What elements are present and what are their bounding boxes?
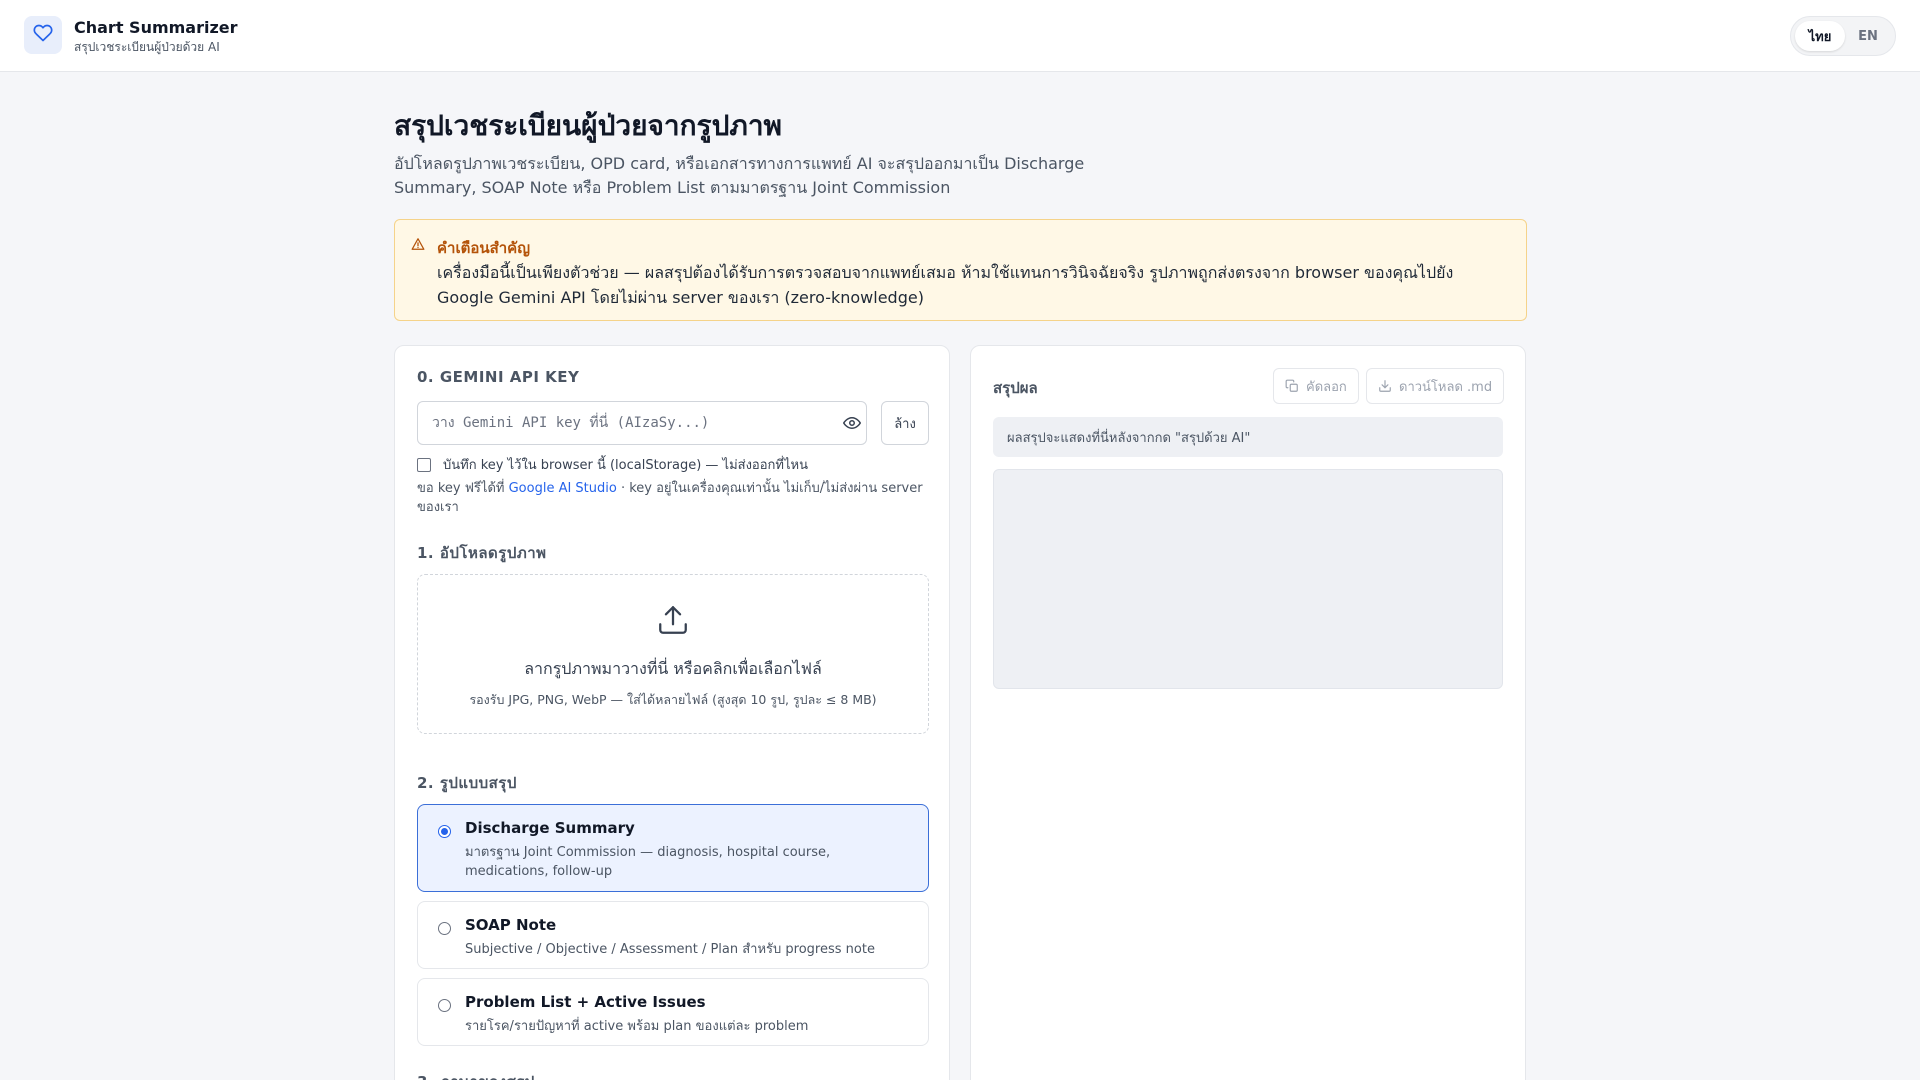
format-option-title: Discharge Summary [465, 819, 635, 837]
language-toggle: ไทย EN [1790, 16, 1896, 56]
api-key-input[interactable] [417, 401, 867, 445]
eye-icon[interactable] [843, 414, 861, 436]
page-title: สรุปเวชระเบียนผู้ป่วยจากรูปภาพ [394, 109, 783, 142]
api-key-section-label: 0. GEMINI API KEY [417, 368, 580, 386]
upload-icon [656, 603, 690, 641]
warning-banner: คำเตือนสำคัญ เครื่องมือนี้เป็นเพียงตัวช่… [394, 219, 1527, 321]
download-icon [1379, 380, 1391, 392]
summary-title: สรุปผล [993, 379, 1038, 397]
google-ai-studio-link[interactable]: Google AI Studio [509, 481, 617, 496]
heart-icon [33, 23, 53, 47]
warning-title: คำเตือนสำคัญ [437, 239, 530, 257]
app-logo [24, 16, 62, 54]
format-option-desc: มาตรฐาน Joint Commission — diagnosis, ho… [465, 845, 831, 879]
dropzone-hint: รองรับ JPG, PNG, WebP — ใส่ได้หลายไฟล์ (… [469, 692, 877, 707]
key-hint-prefix: ขอ key ฟรีได้ที่ [417, 481, 509, 496]
save-key-label: บันทึก key ไว้ใน browser นี้ (localStora… [443, 458, 808, 473]
app-title: Chart Summarizer [74, 18, 238, 37]
summary-output [993, 469, 1503, 689]
input-panel: 0. GEMINI API KEY ล้าง บันทึก key ไว้ใน … [394, 345, 950, 1080]
format-option-soap[interactable]: SOAP Note Subjective / Objective / Asses… [417, 901, 929, 969]
app-subtitle: สรุปเวชระเบียนผู้ป่วยด้วย AI [74, 40, 220, 54]
format-section-label: 2. รูปแบบสรุป [417, 774, 517, 792]
download-label: ดาวน์โหลด .md [1399, 379, 1493, 395]
download-button[interactable]: ดาวน์โหลด .md [1366, 368, 1505, 404]
key-hint: ขอ key ฟรีได้ที่ Google AI Studio · key … [417, 479, 927, 517]
format-radio-problem-list[interactable] [438, 999, 451, 1012]
language-section-label: 3. ภาษาของสรุป [417, 1070, 535, 1080]
page-description: อัปโหลดรูปภาพเวชระเบียน, OPD card, หรือเ… [394, 154, 1085, 197]
format-option-title: Problem List + Active Issues [465, 993, 706, 1011]
format-option-title: SOAP Note [465, 916, 557, 934]
format-radio-soap[interactable] [438, 922, 451, 935]
summary-panel: สรุปผล คัดลอก ดาวน์โหลด .md ผลสรุปจะแสดง… [970, 345, 1526, 1080]
format-option-desc: Subjective / Objective / Assessment / Pl… [465, 942, 875, 957]
save-key-checkbox[interactable] [417, 457, 431, 472]
copy-label: คัดลอก [1306, 379, 1347, 395]
warning-icon [411, 236, 425, 255]
upload-dropzone[interactable]: ลากรูปภาพมาวางที่นี่ หรือคลิกเพื่อเลือกไ… [417, 574, 929, 734]
summary-status: ผลสรุปจะแสดงที่นี่หลังจากกด "สรุปด้วย AI… [993, 417, 1503, 457]
lang-th-button[interactable]: ไทย [1795, 21, 1845, 51]
dropzone-text: ลากรูปภาพมาวางที่นี่ หรือคลิกเพื่อเลือกไ… [524, 659, 822, 678]
copy-button[interactable]: คัดลอก [1273, 368, 1359, 404]
top-bar: Chart Summarizer สรุปเวชระเบียนผู้ป่วยด้… [0, 0, 1920, 72]
format-radio-discharge[interactable] [438, 825, 451, 838]
clear-key-button[interactable]: ล้าง [881, 401, 929, 445]
lang-en-button[interactable]: EN [1843, 21, 1893, 51]
format-option-discharge[interactable]: Discharge Summary มาตรฐาน Joint Commissi… [417, 804, 929, 892]
save-key-row: บันทึก key ไว้ใน browser นี้ (localStora… [417, 454, 808, 475]
copy-icon [1285, 379, 1298, 392]
warning-body: เครื่องมือนี้เป็นเพียงตัวช่วย — ผลสรุปต้… [437, 263, 1454, 307]
format-option-desc: รายโรค/รายปัญหาที่ active พร้อม plan ของ… [465, 1019, 809, 1034]
format-option-problem-list[interactable]: Problem List + Active Issues รายโรค/รายป… [417, 978, 929, 1046]
upload-section-label: 1. อัปโหลดรูปภาพ [417, 544, 547, 562]
